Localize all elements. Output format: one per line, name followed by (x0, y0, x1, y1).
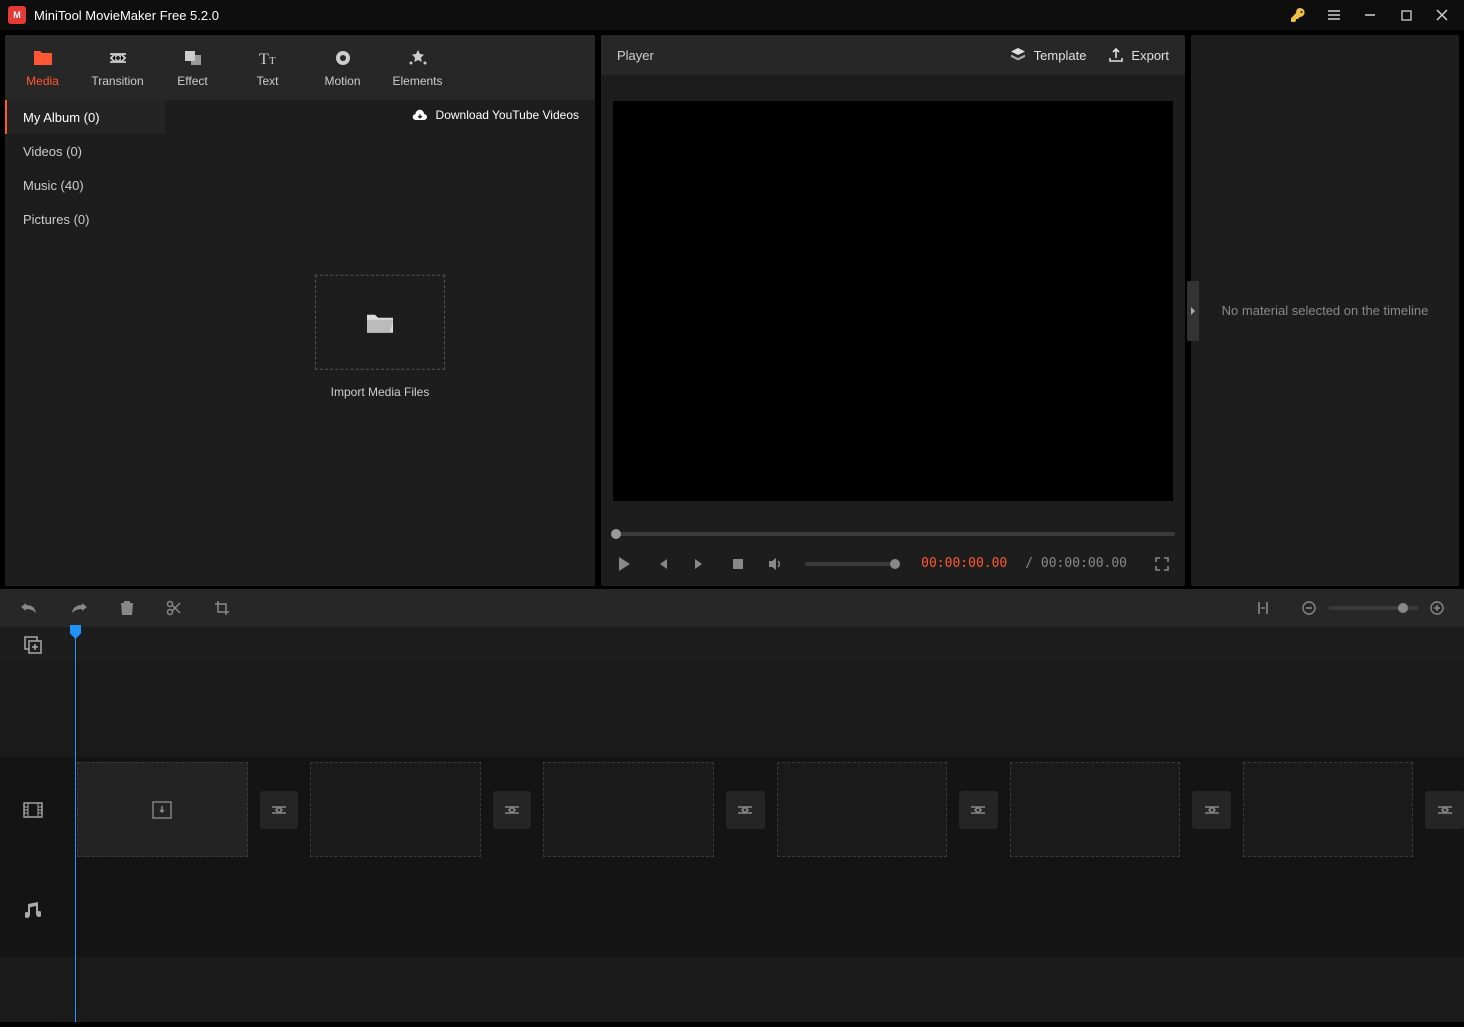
tab-text[interactable]: TT Text (230, 35, 305, 100)
time-total: / 00:00:00.00 (1025, 556, 1127, 571)
elements-icon (408, 48, 428, 68)
zoom-in-button[interactable] (1430, 601, 1444, 615)
transition-slot[interactable] (493, 791, 532, 829)
license-key-button[interactable] (1280, 0, 1316, 30)
volume-slider[interactable] (805, 562, 900, 566)
fullscreen-button[interactable] (1149, 551, 1175, 577)
tab-elements[interactable]: Elements (380, 35, 455, 100)
download-youtube-link[interactable]: Download YouTube Videos (412, 108, 579, 122)
undo-button[interactable] (20, 601, 38, 615)
tab-transition[interactable]: Transition (80, 35, 155, 100)
player-controls: 00:00:00.00 / 00:00:00.00 (601, 541, 1185, 586)
no-material-text: No material selected on the timeline (1222, 303, 1429, 318)
transition-slot[interactable] (1192, 791, 1231, 829)
minimize-button[interactable] (1352, 0, 1388, 30)
video-canvas[interactable] (613, 101, 1173, 501)
film-icon (23, 802, 43, 818)
import-media-label: Import Media Files (315, 385, 445, 399)
svg-text:T: T (259, 51, 269, 67)
audio-track-head[interactable] (0, 862, 65, 957)
fit-button[interactable] (1256, 600, 1270, 616)
split-button[interactable] (166, 600, 182, 616)
sidebar-item-pictures[interactable]: Pictures (0) (5, 202, 165, 236)
zoom-slider[interactable] (1328, 606, 1418, 610)
audio-track-content[interactable] (65, 862, 1464, 957)
music-icon (25, 901, 41, 919)
clip-slot[interactable] (543, 762, 714, 857)
svg-text:T: T (269, 55, 276, 67)
tab-effect[interactable]: Effect (155, 35, 230, 100)
clip-slot[interactable] (77, 762, 248, 857)
left-panel: Media Transition Effect TT Text (5, 35, 595, 586)
timeline-body (0, 627, 1464, 1022)
close-button[interactable] (1424, 0, 1460, 30)
transition-slot[interactable] (260, 791, 299, 829)
clip-slot[interactable] (777, 762, 948, 857)
main-area: Media Transition Effect TT Text (0, 30, 1464, 589)
video-track-head[interactable] (0, 757, 65, 862)
next-frame-button[interactable] (687, 551, 713, 577)
video-preview-area (601, 75, 1185, 527)
delete-button[interactable] (120, 600, 134, 616)
clip-slot[interactable] (1010, 762, 1181, 857)
player-header: Player Template Export (601, 35, 1185, 75)
main-tabs: Media Transition Effect TT Text (5, 35, 595, 100)
panel-collapse-handle[interactable] (1187, 281, 1199, 341)
stop-button[interactable] (725, 551, 751, 577)
sidebar-item-videos[interactable]: Videos (0) (5, 134, 165, 168)
video-track (0, 757, 1464, 862)
prev-frame-button[interactable] (649, 551, 675, 577)
tab-media[interactable]: Media (5, 35, 80, 100)
audio-track (0, 862, 1464, 957)
transition-slot[interactable] (959, 791, 998, 829)
transition-icon (107, 48, 129, 68)
volume-button[interactable] (763, 551, 789, 577)
cloud-download-icon (412, 109, 428, 121)
transition-slot[interactable] (726, 791, 765, 829)
media-content: Download YouTube Videos Import Media Fil… (165, 100, 595, 586)
template-button[interactable]: Template (1009, 46, 1087, 64)
timeline-ruler[interactable] (65, 627, 1464, 662)
timeline-toolbar (0, 589, 1464, 627)
sidebar-item-album[interactable]: My Album (0) (5, 100, 165, 134)
text-icon: TT (257, 48, 279, 68)
timeline-playhead[interactable] (75, 627, 76, 1022)
clip-slot[interactable] (1243, 762, 1414, 857)
time-current: 00:00:00.00 (921, 556, 1007, 571)
video-track-content[interactable] (65, 757, 1464, 862)
timeline-panel (0, 589, 1464, 1022)
tab-motion[interactable]: Motion (305, 35, 380, 100)
export-button[interactable]: Export (1108, 47, 1169, 63)
folder-icon (32, 48, 54, 68)
import-clip-icon (151, 800, 173, 820)
export-icon (1108, 47, 1124, 63)
redo-button[interactable] (70, 601, 88, 615)
properties-panel: No material selected on the timeline (1191, 35, 1459, 586)
import-media-dropzone[interactable] (315, 275, 445, 370)
transition-slot[interactable] (1425, 791, 1464, 829)
player-panel: Player Template Export (601, 35, 1185, 586)
motion-icon (333, 48, 353, 68)
layers-icon (1009, 46, 1027, 64)
maximize-button[interactable] (1388, 0, 1424, 30)
playback-progress[interactable] (611, 532, 1175, 536)
titlebar: M MiniTool MovieMaker Free 5.2.0 (0, 0, 1464, 30)
player-title: Player (617, 48, 654, 63)
app-logo: M (8, 6, 26, 24)
add-track-button[interactable] (0, 627, 65, 662)
media-sidebar: My Album (0) Videos (0) Music (40) Pictu… (5, 100, 165, 586)
effect-icon (183, 48, 203, 68)
play-button[interactable] (611, 551, 637, 577)
folder-open-icon (365, 310, 395, 334)
zoom-out-button[interactable] (1302, 601, 1316, 615)
clip-slot[interactable] (310, 762, 481, 857)
menu-button[interactable] (1316, 0, 1352, 30)
sidebar-item-music[interactable]: Music (40) (5, 168, 165, 202)
app-title: MiniTool MovieMaker Free 5.2.0 (34, 8, 219, 23)
crop-button[interactable] (214, 600, 230, 616)
